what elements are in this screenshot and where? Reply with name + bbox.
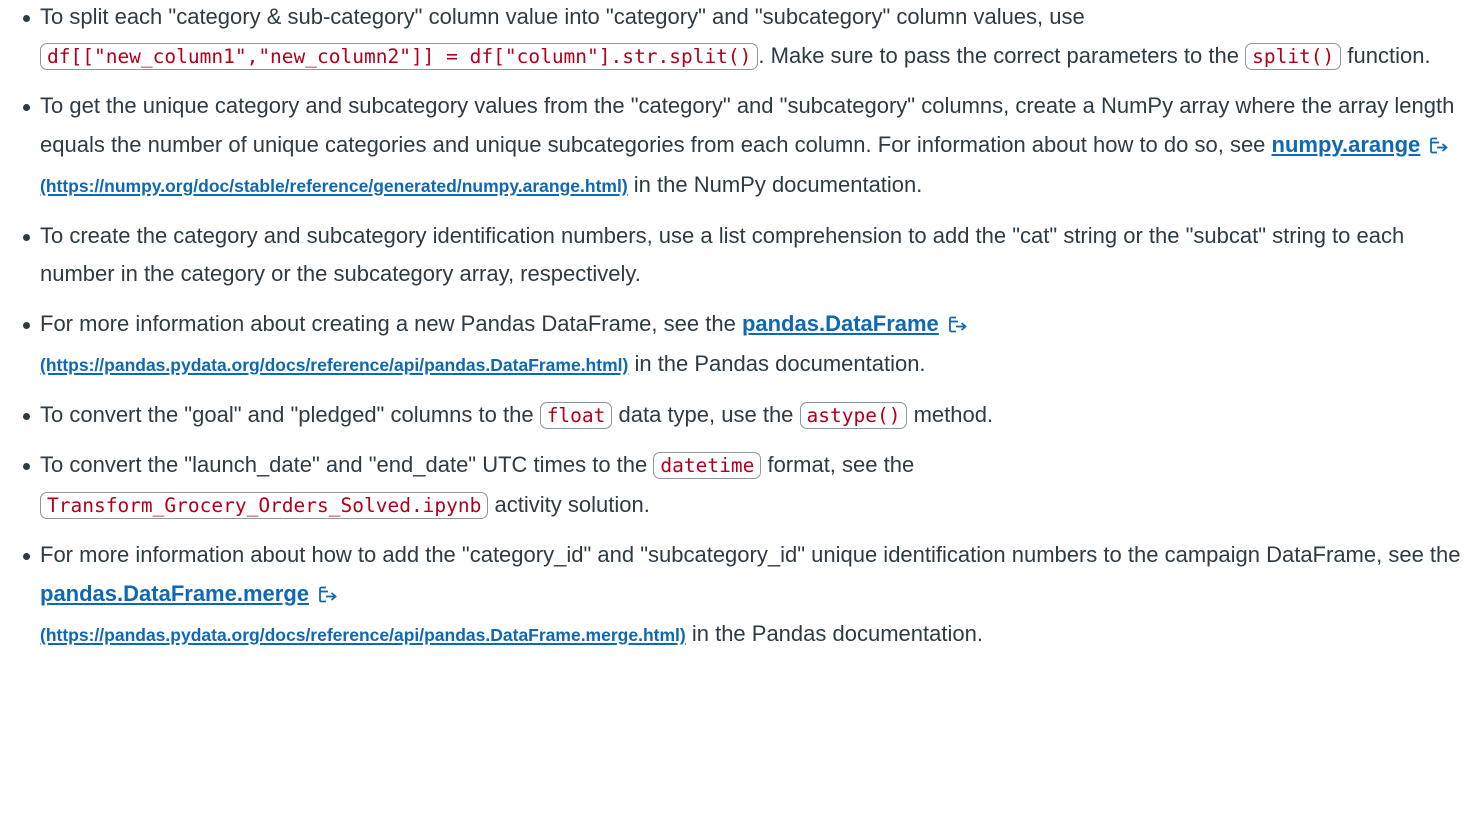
bullet-text: For more information about creating a ne…: [40, 310, 736, 336]
list-item: For more information about creating a ne…: [18, 305, 1463, 385]
bullet-text: To convert the "goal" and "pledged" colu…: [40, 401, 534, 427]
bullet-text: To convert the "launch_date" and "end_da…: [40, 452, 648, 477]
bullet-text: . Make sure to pass the correct paramete…: [758, 42, 1239, 68]
link-label: numpy.arange: [1271, 131, 1421, 157]
hints-content: To split each "category & sub-category" …: [0, 0, 1475, 655]
link-label: pandas.DataFrame: [741, 310, 939, 336]
code-snippet: astype(): [799, 401, 908, 429]
link-url: (https://pandas.pydata.org/docs/referenc…: [40, 625, 686, 645]
list-item: To split each "category & sub-category" …: [18, 0, 1463, 76]
list-item: To convert the "goal" and "pledged" colu…: [18, 396, 1463, 436]
list-item: To create the category and subcategory i…: [18, 217, 1463, 294]
bullet-text: activity solution.: [494, 491, 650, 517]
bullet-text: in the Pandas documentation.: [691, 621, 983, 646]
bullet-text: method.: [913, 401, 994, 427]
code-snippet: datetime: [653, 452, 762, 479]
bullet-text: in the Pandas documentation.: [634, 351, 926, 376]
bullet-text: To split each "category & sub-category" …: [40, 4, 1085, 29]
external-link-icon: [948, 307, 969, 346]
code-snippet: Transform_Grocery_Orders_Solved.ipynb: [40, 491, 489, 519]
pandas-merge-link[interactable]: pandas.DataFrame.merge (https://pandas.py…: [40, 581, 686, 647]
bullet-text: function.: [1347, 42, 1431, 68]
bullet-text: To create the category and subcategory i…: [40, 222, 1405, 287]
code-snippet: float: [539, 401, 613, 429]
code-snippet: df[["new_column1","new_column2"]] = df["…: [40, 42, 759, 70]
bullet-text: For more information about how to add th…: [40, 542, 1461, 567]
bullet-text: in the NumPy documentation.: [633, 172, 923, 197]
bullet-text: format, see the: [767, 452, 915, 477]
link-url: (https://numpy.org/doc/stable/reference/…: [40, 176, 628, 196]
external-link-icon: [1430, 128, 1450, 167]
hints-list: To split each "category & sub-category" …: [0, 0, 1463, 655]
list-item: For more information about how to add th…: [18, 536, 1463, 655]
link-url: (https://pandas.pydata.org/docs/referenc…: [40, 355, 629, 375]
list-item: To get the unique category and subcatego…: [18, 87, 1463, 206]
list-item: To convert the "launch_date" and "end_da…: [18, 446, 1463, 525]
bullet-text: To get the unique category and subcatego…: [40, 93, 1455, 157]
code-snippet: split(): [1245, 42, 1342, 70]
external-link-icon: [319, 577, 339, 616]
link-label: pandas.DataFrame.merge: [40, 580, 309, 606]
bullet-text: data type, use the: [618, 401, 794, 427]
